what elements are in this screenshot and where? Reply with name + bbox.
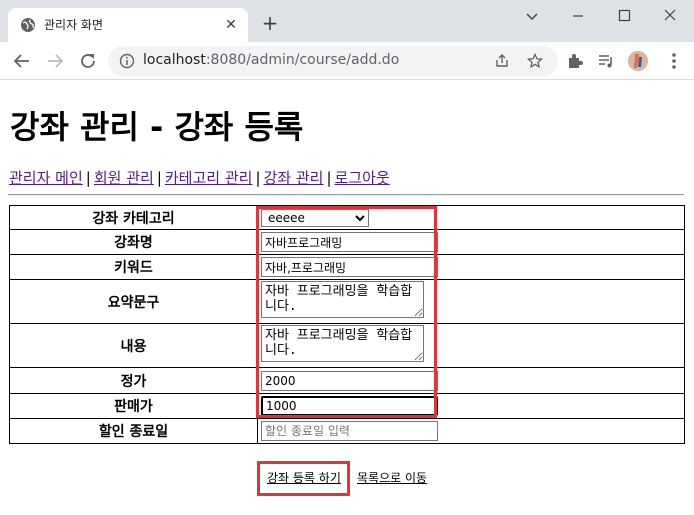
form-row-sale-end: 할인 종료일 [9,418,685,444]
close-tab-icon[interactable]: ✕ [222,16,240,34]
share-icon[interactable] [494,53,510,69]
extensions-puzzle-icon[interactable] [566,52,584,70]
back-arrow-icon[interactable] [11,50,33,72]
page-title: 강좌 관리 - 강좌 등록 [10,108,304,146]
sale-price-cell [257,393,685,419]
tab-title: 관리자 화면 [44,18,104,32]
url-host: localhost [143,52,206,68]
nav-link-admin-main[interactable]: 관리자 메인 [9,169,83,187]
address-bar[interactable]: localhost:8080/admin/course/add.do [108,46,558,76]
form-row-keyword: 키워드 [9,254,685,280]
course-form-table: 강좌 카테고리 eeeee 강좌명 키워드 요약문구 자바 프로그래밍을 학습합… [9,205,685,444]
nav-separator: | [326,169,332,187]
browser-tab-bar: 관리자 화면 ✕ + [0,0,694,42]
browser-menu-icon[interactable] [664,51,684,71]
sale-end-cell [257,418,685,444]
admin-nav: 관리자 메인 | 회원 관리 | 카테고리 관리 | 강좌 관리 | 로그아웃 [9,167,390,188]
form-row-summary: 요약문구 자바 프로그래밍을 학습합니다. [9,279,685,324]
browser-toolbar: localhost:8080/admin/course/add.do [0,42,694,80]
close-window-icon[interactable] [656,6,684,26]
nav-separator: | [255,169,261,187]
category-cell: eeeee [257,205,685,230]
summary-textarea[interactable]: 자바 프로그래밍을 학습합니다. [261,281,424,318]
sale-end-label: 할인 종료일 [9,418,258,444]
divider [8,194,684,196]
keyword-cell [257,254,685,280]
subject-input[interactable] [261,232,438,252]
price-label: 정가 [9,367,258,394]
keyword-input[interactable] [261,257,438,277]
form-row-sale-price: 판매가 [9,393,685,419]
submit-course-link[interactable]: 강좌 등록 하기 [267,469,341,486]
tab-search-icon[interactable] [518,6,546,26]
summary-label: 요약문구 [9,279,258,324]
nav-link-member[interactable]: 회원 관리 [94,169,154,187]
sale-end-input[interactable] [261,421,438,441]
page-content: 강좌 관리 - 강좌 등록 관리자 메인 | 회원 관리 | 카테고리 관리 | 강좌 관리… [0,80,694,515]
nav-separator: | [85,169,91,187]
minimize-icon[interactable] [564,6,592,26]
media-queue-icon[interactable] [597,52,615,70]
url-path: :8080/admin/course/add.do [205,52,400,68]
nav-link-course[interactable]: 강좌 관리 [264,169,324,187]
price-input[interactable] [261,370,438,391]
subject-cell [257,229,685,255]
forward-arrow-icon[interactable] [44,50,66,72]
sale-price-input[interactable] [261,396,438,416]
form-row-price: 정가 [9,367,685,394]
url-text: localhost:8080/admin/course/add.do [143,52,399,68]
keyword-label: 키워드 [9,254,258,280]
browser-tab[interactable]: 관리자 화면 ✕ [8,8,248,42]
form-row-contents: 내용 자바 프로그래밍을 학습합니다. [9,323,685,368]
site-info-icon[interactable] [119,53,135,69]
sale-price-label: 판매가 [9,393,258,419]
profile-avatar-icon [628,51,648,71]
back-to-list-link[interactable]: 목록으로 이동 [357,469,427,486]
contents-cell: 자바 프로그래밍을 학습합니다. [257,323,685,368]
contents-label: 내용 [9,323,258,368]
subject-label: 강좌명 [9,229,258,255]
nav-link-category[interactable]: 카테고리 관리 [165,169,253,187]
category-label: 강좌 카테고리 [9,205,258,230]
nav-link-logout[interactable]: 로그아웃 [335,169,390,187]
contents-textarea[interactable]: 자바 프로그래밍을 학습합니다. [261,325,424,362]
form-row-category: 강좌 카테고리 eeeee [9,205,685,230]
profile-avatar[interactable] [628,51,648,71]
summary-cell: 자바 프로그래밍을 학습합니다. [257,279,685,324]
form-row-subject: 강좌명 [9,229,685,255]
category-select[interactable]: eeeee [261,208,369,227]
nav-separator: | [156,169,162,187]
globe-icon [21,18,35,32]
maximize-icon[interactable] [610,6,638,26]
new-tab-button[interactable]: + [259,13,281,35]
price-cell [257,367,685,394]
bookmark-star-icon[interactable] [527,53,543,69]
reload-icon[interactable] [77,50,99,72]
